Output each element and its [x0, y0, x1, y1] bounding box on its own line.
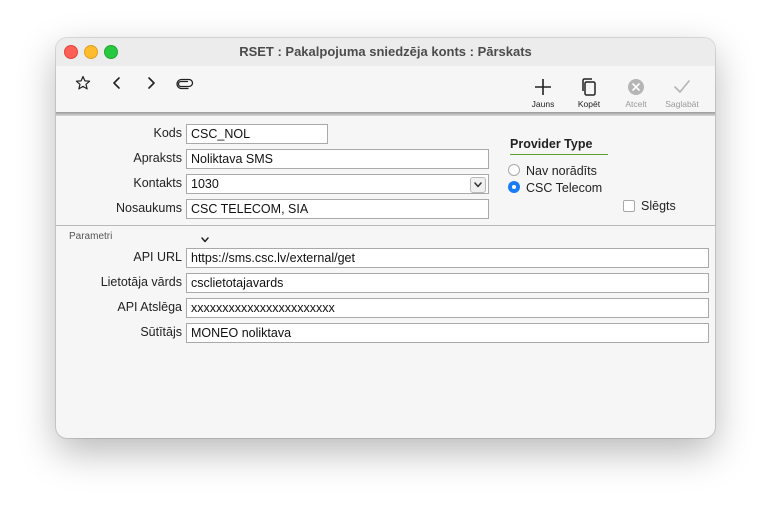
sutitajs-label: Sūtītājs — [140, 325, 182, 339]
save-button-label: Saglabāt — [665, 99, 699, 109]
sutitajs-field[interactable]: MONEO noliktava — [186, 323, 709, 343]
lietotaja-vards-field[interactable]: csclietotajavards — [186, 273, 709, 293]
api-url-field[interactable]: https://sms.csc.lv/external/get — [186, 248, 709, 268]
radio-nav-noradits-label: Nav norādīts — [526, 164, 597, 178]
parametri-toggle[interactable] — [200, 231, 210, 249]
plus-icon — [535, 79, 551, 95]
copy-button[interactable]: Kopēt — [564, 76, 614, 109]
apraksts-field[interactable]: Noliktava SMS — [186, 149, 489, 169]
kontakts-dropdown-button[interactable] — [470, 177, 486, 193]
favorite-button[interactable] — [75, 75, 91, 96]
toolbar: Jauns Kopēt Atcelt Saglabāt — [56, 66, 715, 112]
new-button-label: Jauns — [531, 99, 555, 109]
kontakts-select[interactable]: 1030 — [186, 174, 489, 194]
window-title: RSET : Pakalpojuma sniedzēja konts : Pār… — [239, 44, 532, 59]
section-divider — [56, 225, 715, 226]
lietotaja-vards-label: Lietotāja vārds — [100, 275, 182, 289]
kontakts-value: 1030 — [191, 177, 219, 191]
title-bar[interactable]: RSET : Pakalpojuma sniedzēja konts : Pār… — [56, 38, 715, 66]
parametri-section-label: Parametri — [69, 231, 113, 242]
checkmark-icon — [674, 80, 690, 93]
forward-button[interactable] — [145, 76, 157, 95]
kontakts-label: Kontakts — [133, 176, 182, 190]
copy-icon — [582, 78, 596, 96]
nosaukums-field[interactable]: CSC TELECOM, SIA — [186, 199, 489, 219]
kods-label: Kods — [153, 126, 183, 140]
copy-button-label: Kopēt — [577, 99, 601, 109]
api-atslega-label: API Atslēga — [117, 300, 182, 314]
new-button[interactable]: Jauns — [518, 76, 568, 109]
app-window: RSET : Pakalpojuma sniedzēja konts : Pār… — [56, 38, 715, 438]
toolbar-divider — [56, 112, 715, 116]
cancel-icon — [628, 79, 644, 95]
forward-icon — [148, 77, 155, 89]
cancel-button-label: Atcelt — [625, 99, 647, 109]
save-button[interactable]: Saglabāt — [657, 76, 707, 109]
paperclip-icon — [176, 78, 194, 90]
api-url-label: API URL — [133, 250, 182, 264]
slegts-checkbox[interactable] — [623, 200, 635, 212]
back-button[interactable] — [111, 76, 123, 95]
nosaukums-label: Nosaukums — [116, 201, 182, 215]
attachment-button[interactable] — [176, 77, 194, 95]
radio-csc-telecom-label: CSC Telecom — [526, 181, 603, 195]
apraksts-label: Apraksts — [133, 151, 182, 165]
back-icon — [113, 77, 120, 89]
provider-type-title: Provider Type — [510, 137, 593, 151]
provider-type-underline — [510, 154, 608, 155]
chevron-down-icon — [201, 237, 209, 243]
radio-csc-telecom[interactable] — [508, 181, 520, 193]
cancel-button[interactable]: Atcelt — [611, 76, 661, 109]
api-atslega-field[interactable]: xxxxxxxxxxxxxxxxxxxxxxx — [186, 298, 709, 318]
slegts-label: Slēgts — [641, 199, 676, 213]
radio-nav-noradits[interactable] — [508, 164, 520, 176]
star-icon — [75, 75, 91, 90]
chevron-down-icon — [474, 182, 482, 188]
kods-field[interactable]: CSC_NOL — [186, 124, 328, 144]
